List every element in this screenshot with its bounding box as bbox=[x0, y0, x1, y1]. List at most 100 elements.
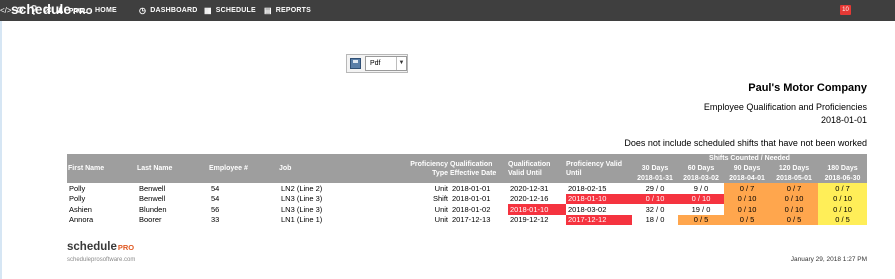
cell-last-name: Benwell bbox=[139, 183, 166, 193]
cell-job: LN3 (Line 3) bbox=[281, 204, 323, 214]
col-prof-valid: Proficiency Valid Until bbox=[566, 154, 632, 183]
cell-proficiency-type: Shift bbox=[432, 194, 448, 204]
table-row: Annora Boorer 33 LN1 (Line 1) Unit 2017-… bbox=[67, 214, 867, 225]
code-icon[interactable]: </> bbox=[0, 6, 12, 15]
brand-name: schedule bbox=[11, 2, 72, 17]
cell-last-name: Benwell bbox=[139, 194, 166, 204]
table-row: Polly Benwell 54 LN2 (Line 2) Unit 2018-… bbox=[67, 183, 867, 194]
nav-schedule-label: SCHEDULE bbox=[215, 7, 256, 14]
cell-first-name: Polly bbox=[69, 194, 86, 204]
cell-qual-valid: 2020-12-31 bbox=[510, 183, 549, 193]
bar-chart-icon: ▤ bbox=[264, 6, 272, 15]
col-job: Job bbox=[279, 154, 404, 183]
col-first-name: First Name bbox=[67, 154, 137, 183]
cell-qual-effective: 2018-01-01 bbox=[452, 194, 491, 204]
left-edge-strip bbox=[0, 21, 2, 279]
period-120-label: 120 Days bbox=[770, 163, 818, 173]
cell-employee-no: 33 bbox=[211, 215, 220, 225]
nav-home[interactable]: ⌂ HOME bbox=[86, 0, 117, 21]
cell-prof-valid: 2018-01-10 bbox=[566, 193, 632, 204]
cell-shifts-90: 0 / 10 bbox=[724, 193, 770, 204]
cell-first-name: Ashien bbox=[69, 204, 92, 214]
nav-dashboard-label: DASHBOARD bbox=[150, 7, 198, 14]
col-qual-effective-l1: Qualification bbox=[450, 160, 493, 168]
export-toolbar: Pdf ▼ bbox=[346, 54, 408, 73]
nav-schedule[interactable]: ▦ SCHEDULE bbox=[204, 0, 256, 21]
col-employee-no: Employee # bbox=[209, 154, 279, 183]
cell-employee-no: 56 bbox=[211, 204, 220, 214]
cell-shifts-90: 0 / 5 bbox=[724, 214, 770, 225]
col-qual-valid-l1: Qualification bbox=[508, 160, 551, 168]
cell-shifts-30: 0 / 10 bbox=[632, 193, 678, 204]
company-name: Paul's Motor Company bbox=[748, 82, 867, 94]
period-30-date: 2018-01-31 bbox=[632, 173, 678, 183]
col-qual-valid-l2: Valid Until bbox=[508, 169, 542, 177]
period-90-label: 90 Days bbox=[724, 163, 770, 173]
col-proficiency-type-l1: Proficiency bbox=[410, 160, 448, 168]
cell-shifts-30: 32 / 0 bbox=[645, 204, 665, 214]
cell-first-name: Polly bbox=[69, 183, 86, 193]
col-proficiency-type-l2: Type bbox=[432, 169, 448, 177]
footer-logo-name: schedule bbox=[67, 241, 117, 253]
cell-shifts-120: 0 / 10 bbox=[770, 204, 818, 215]
calendar-icon: ▦ bbox=[204, 6, 212, 15]
cell-shifts-90: 0 / 10 bbox=[724, 204, 770, 215]
cell-last-name: Blunden bbox=[139, 204, 167, 214]
cell-qual-valid: 2019-12-12 bbox=[510, 215, 549, 225]
cell-shifts-120: 0 / 7 bbox=[770, 183, 818, 194]
proficiency-table: First Name Last Name Employee # Job Prof… bbox=[67, 154, 867, 225]
dashboard-icon: ◷ bbox=[139, 6, 147, 15]
cell-qual-effective: 2017-12-13 bbox=[452, 215, 491, 225]
report-date: 2018-01-01 bbox=[820, 115, 867, 125]
cell-shifts-60: 0 / 10 bbox=[678, 193, 724, 204]
export-format-value: Pdf bbox=[370, 60, 381, 67]
col-last-name: Last Name bbox=[137, 154, 209, 183]
cell-proficiency-type: Unit bbox=[434, 183, 448, 193]
footer-logo: schedulePRO bbox=[67, 241, 134, 253]
cell-first-name: Annora bbox=[69, 215, 94, 225]
save-icon[interactable] bbox=[350, 58, 361, 69]
cell-shifts-30: 29 / 0 bbox=[645, 183, 665, 193]
top-navbar: schedule PRO ⌂ HOME ◷ DASHBOARD ▦ SCHEDUL… bbox=[0, 0, 895, 21]
report-title: Employee Qualification and Proficiencies bbox=[703, 102, 867, 112]
cell-shifts-60: 9 / 0 bbox=[693, 183, 709, 193]
brand-logo[interactable]: schedule PRO bbox=[11, 2, 93, 17]
col-prof-valid-l1: Proficiency Valid bbox=[566, 160, 623, 168]
cell-shifts-30: 18 / 0 bbox=[645, 215, 665, 225]
cell-qual-valid: 2020-12-16 bbox=[510, 194, 549, 204]
col-qual-effective-l2: Effective Date bbox=[450, 169, 497, 177]
notification-badge[interactable]: 10 bbox=[840, 5, 851, 15]
cell-job: LN1 (Line 1) bbox=[281, 215, 323, 225]
cell-shifts-180: 0 / 10 bbox=[818, 193, 867, 204]
table-row: Ashien Blunden 56 LN3 (Line 3) Unit 2018… bbox=[67, 204, 867, 215]
cell-qual-effective: 2018-01-01 bbox=[452, 183, 491, 193]
period-30-label: 30 Days bbox=[632, 163, 678, 173]
period-180-label: 180 Days bbox=[818, 163, 867, 173]
period-60-date: 2018-03-02 bbox=[678, 173, 724, 183]
cell-shifts-180: 0 / 10 bbox=[818, 204, 867, 215]
home-icon: ⌂ bbox=[86, 6, 92, 15]
nav-reports[interactable]: ▤ REPORTS bbox=[264, 0, 311, 21]
cell-shifts-120: 0 / 5 bbox=[770, 214, 818, 225]
shifts-group-header: Shifts Counted / Needed bbox=[632, 154, 867, 163]
cell-job: LN3 (Line 3) bbox=[281, 194, 323, 204]
cell-job: LN2 (Line 2) bbox=[281, 183, 323, 193]
col-qual-valid: Qualification Valid Until bbox=[508, 154, 566, 183]
nav-dashboard[interactable]: ◷ DASHBOARD bbox=[139, 0, 198, 21]
period-180-date: 2018-06-30 bbox=[818, 173, 867, 183]
cell-qual-valid: 2018-01-10 bbox=[508, 204, 566, 215]
cell-shifts-180: 0 / 5 bbox=[818, 214, 867, 225]
report-note: Does not include scheduled shifts that h… bbox=[624, 138, 867, 148]
period-60-label: 60 Days bbox=[678, 163, 724, 173]
period-120-date: 2018-05-01 bbox=[770, 173, 818, 183]
cell-prof-valid: 2018-03-02 bbox=[568, 204, 607, 214]
export-format-select[interactable]: Pdf ▼ bbox=[365, 56, 407, 71]
cell-prof-valid: 2017-12-12 bbox=[566, 214, 632, 225]
table-row: Polly Benwell 54 LN3 (Line 3) Shift 2018… bbox=[67, 193, 867, 204]
cell-shifts-180: 0 / 7 bbox=[818, 183, 867, 194]
period-90-date: 2018-04-01 bbox=[724, 173, 770, 183]
col-prof-valid-l2: Until bbox=[566, 169, 582, 177]
cell-employee-no: 54 bbox=[211, 194, 220, 204]
report-timestamp: January 29, 2018 1:27 PM bbox=[790, 256, 867, 263]
cell-shifts-90: 0 / 7 bbox=[724, 183, 770, 194]
